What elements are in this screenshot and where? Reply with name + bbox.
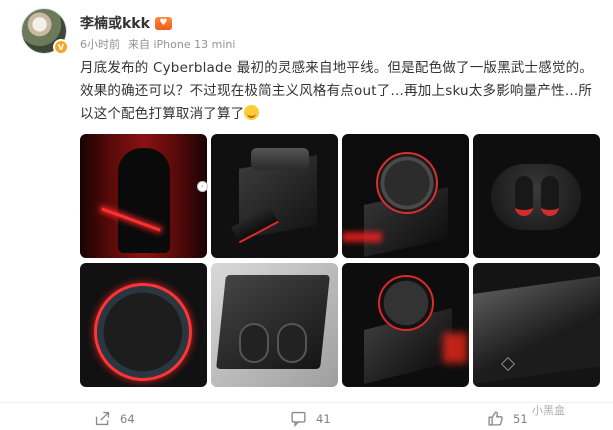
share-count: 64 [120, 411, 135, 426]
comment-button[interactable]: 41 [290, 410, 331, 427]
red-glow [443, 333, 467, 363]
watermark: 小黑盒 [532, 404, 565, 417]
puck-shape [376, 152, 438, 214]
left-earbud [239, 323, 269, 363]
image-puck-stand[interactable] [342, 134, 469, 258]
post-meta: 6小时前 来自 iPhone 13 mini [80, 36, 235, 52]
comment-icon [291, 411, 306, 427]
image-knob-stand[interactable] [342, 263, 469, 387]
left-earbud [515, 176, 533, 216]
image-earbuds-tray[interactable] [211, 263, 338, 387]
heart-eyes-icon: ♥ [154, 16, 172, 30]
image-grid [80, 134, 600, 387]
tray-shape [216, 275, 330, 369]
share-button[interactable]: 64 [94, 410, 135, 427]
action-bar: 64 41 51 [0, 402, 613, 430]
right-earbud [277, 323, 307, 363]
post-time[interactable]: 6小时前 [80, 36, 120, 52]
thumbs-up-icon [488, 411, 503, 426]
like-count: 51 [513, 411, 528, 426]
like-button[interactable]: 51 [487, 410, 528, 427]
verified-badge-icon: V [53, 39, 69, 55]
knob-shape [378, 275, 434, 331]
avatar-wrapper[interactable]: V [21, 8, 69, 55]
image-slab-closeup[interactable] [473, 263, 600, 387]
case-shape [491, 164, 581, 230]
post-text: 月底发布的 Cyberblade 最初的灵感来自地平线。但是配色做了一版黑武士感… [80, 60, 593, 122]
image-darth-vader[interactable] [80, 134, 207, 258]
vader-figure [118, 148, 170, 253]
name-row: 李楠或kkk ♥ [80, 13, 172, 33]
slab-shape [473, 275, 600, 385]
comment-count: 41 [316, 411, 331, 426]
username[interactable]: 李楠或kkk [80, 13, 150, 33]
image-expand-icon[interactable]: › [197, 181, 208, 192]
image-earbuds-box-1[interactable] [211, 134, 338, 258]
post-body: 月底发布的 Cyberblade 最初的灵感来自地平线。但是配色做了一版黑武士感… [80, 57, 600, 126]
image-earbuds-case[interactable] [473, 134, 600, 258]
right-earbud [541, 176, 559, 216]
red-glow [342, 232, 382, 242]
share-icon [95, 411, 110, 426]
laughing-emoji-icon [244, 105, 260, 120]
post-source: 来自 iPhone 13 mini [128, 38, 236, 51]
ring-shape [94, 283, 192, 381]
image-red-ring[interactable] [80, 263, 207, 387]
lid-shape [251, 148, 309, 170]
